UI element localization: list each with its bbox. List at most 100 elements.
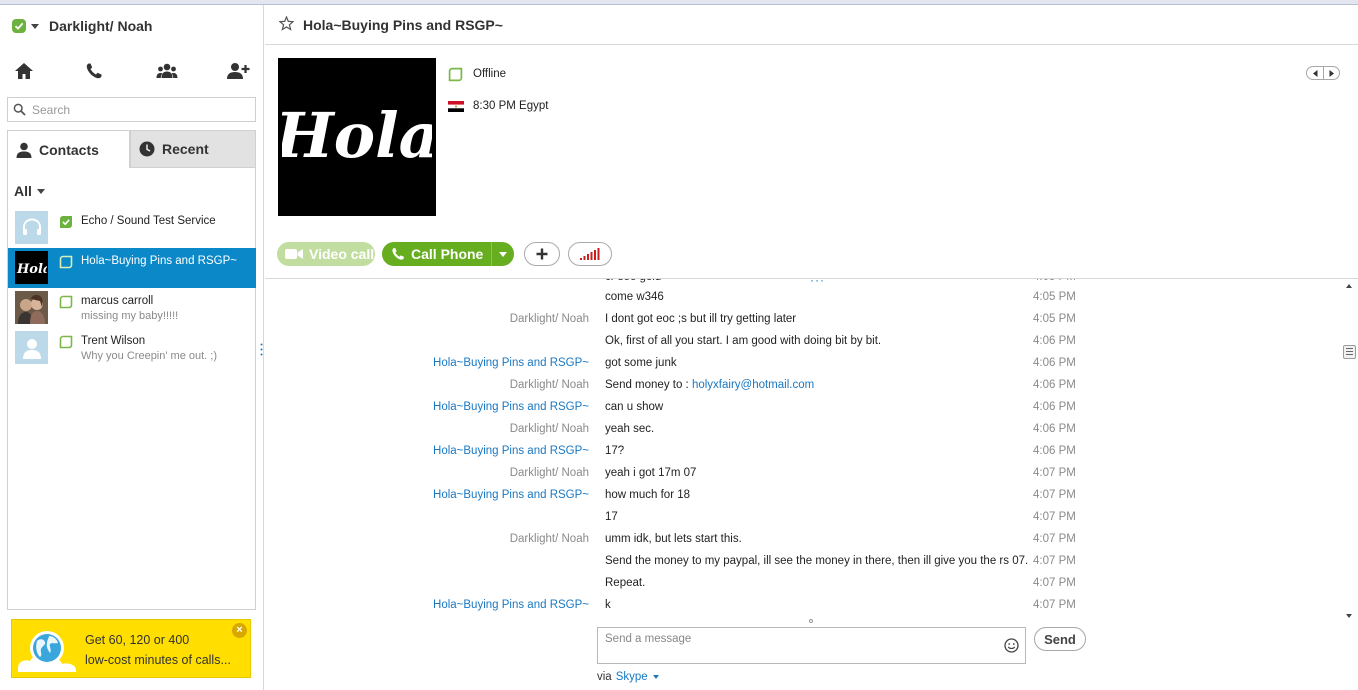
- message-text: Send money to : holyxfairy@hotmail.com: [605, 379, 814, 391]
- message-row: Ok, first of all you start. I am good wi…: [265, 331, 1345, 353]
- logo-text: Hola: [282, 99, 432, 172]
- contact-mood: Why you Creepin' me out. ;): [81, 350, 217, 362]
- contact-item[interactable]: Hola Hola~Buying Pins and RSGP~: [8, 248, 256, 288]
- message-body: got some junk: [605, 357, 677, 369]
- online-status-icon: [12, 19, 26, 33]
- message-sender: Darklight/ Noah: [509, 313, 589, 325]
- search-input[interactable]: [32, 102, 232, 117]
- load-more-indicator[interactable]: ···: [810, 279, 825, 287]
- message-text: got some junk: [605, 357, 677, 369]
- scroll-down-icon[interactable]: [1346, 614, 1352, 618]
- person-icon: [16, 142, 32, 158]
- call-phone-main[interactable]: Call Phone: [382, 242, 491, 266]
- arrow-left-icon[interactable]: [1307, 67, 1323, 79]
- message-time: 4:07 PM: [1033, 555, 1076, 567]
- message-time: 4:06 PM: [1033, 357, 1076, 369]
- message-row: Darklight/ Noah I dont got eoc ;s but ill…: [265, 309, 1345, 331]
- phone-icon[interactable]: [82, 59, 106, 83]
- call-toolbar: Video call Call Phone: [277, 242, 613, 266]
- message-row: Darklight/ Noah umm idk, but lets start t…: [265, 529, 1345, 551]
- tab-recent-label: Recent: [162, 141, 209, 157]
- message-body: I dont got eoc ;s but ill try getting la…: [605, 313, 797, 325]
- tab-recent[interactable]: Recent: [130, 130, 256, 168]
- resize-grip[interactable]: [809, 619, 813, 623]
- message-text: yeah sec.: [605, 423, 654, 435]
- message-time: 4:05 PM: [1033, 291, 1076, 303]
- chevron-down-icon: [31, 23, 39, 29]
- search-box[interactable]: [7, 97, 256, 122]
- add-contact-icon[interactable]: [226, 59, 250, 83]
- promo-banner[interactable]: Get 60, 120 or 400 low-cost minutes of c…: [11, 619, 251, 678]
- chat-panel: Hola~Buying Pins and RSGP~ Hola Offline …: [265, 5, 1358, 690]
- message-time: 4:07 PM: [1033, 533, 1076, 545]
- message-body: 17?: [605, 445, 625, 457]
- contact-item[interactable]: Trent Wilson Why you Creepin' me out. ;): [8, 328, 256, 368]
- video-call-label: Video call: [309, 246, 375, 262]
- search-icon: [13, 103, 26, 116]
- via-service-selector[interactable]: via Skype: [597, 671, 659, 683]
- contact-filter-dropdown[interactable]: All: [14, 183, 45, 199]
- contact-status-row: Offline: [448, 65, 548, 83]
- tab-contacts[interactable]: Contacts: [7, 130, 130, 168]
- message-sender: Darklight/ Noah: [509, 467, 589, 479]
- avatar: Hola: [15, 251, 48, 284]
- message-text: 17?: [605, 445, 624, 457]
- message-text: come w346: [605, 291, 664, 303]
- sidebar: Darklight/ Noah Contacts Recent All: [0, 5, 264, 690]
- conversation-scrollbar[interactable]: [1342, 279, 1358, 620]
- message-input[interactable]: [598, 628, 988, 658]
- arrow-right-icon[interactable]: [1323, 67, 1339, 79]
- default-person-icon: [15, 331, 48, 364]
- emoticon-icon[interactable]: [1004, 638, 1019, 656]
- message-body: Repeat.: [605, 577, 646, 589]
- contact-item[interactable]: marcus carroll missing my baby!!!!!: [8, 288, 256, 328]
- message-compose-box[interactable]: [597, 627, 1026, 664]
- conversation-history[interactable]: cr see gold 4:05 PM ··· come w346 4:05 PM…: [265, 278, 1358, 620]
- message-time: 4:07 PM: [1033, 467, 1076, 479]
- message-body: how much for 18: [605, 489, 691, 501]
- sidebar-nav: [0, 59, 264, 83]
- message-time: 4:05 PM: [1033, 313, 1076, 325]
- message-text: can u show: [605, 401, 663, 413]
- send-button[interactable]: Send: [1034, 627, 1086, 651]
- my-display-name: Darklight/ Noah: [49, 18, 153, 34]
- message-time: 4:06 PM: [1033, 401, 1076, 413]
- tab-contacts-label: Contacts: [39, 141, 99, 158]
- star-icon[interactable]: [278, 15, 295, 34]
- call-phone-button[interactable]: Call Phone: [382, 242, 515, 266]
- add-button[interactable]: [524, 242, 561, 266]
- scroll-up-icon[interactable]: [1346, 284, 1352, 288]
- contact-item[interactable]: Echo / Sound Test Service: [8, 208, 256, 248]
- message-row: Darklight/ Noah yeah sec. 4:06 PM: [265, 419, 1345, 441]
- email-link[interactable]: holyxfairy@hotmail.com: [692, 379, 814, 391]
- video-call-button[interactable]: Video call: [277, 242, 375, 266]
- headset-icon: [15, 211, 48, 244]
- avatar: [15, 291, 48, 324]
- signal-bars-icon: [580, 248, 600, 260]
- contact-name: Trent Wilson: [81, 335, 146, 347]
- home-icon[interactable]: [12, 59, 36, 83]
- my-status-menu[interactable]: Darklight/ Noah: [12, 15, 152, 37]
- message-text: 17: [605, 511, 618, 523]
- message-body: come w346: [605, 291, 664, 303]
- message-body: Send money to :: [605, 379, 692, 391]
- call-quality-button[interactable]: [568, 242, 613, 266]
- via-label: via: [597, 671, 612, 683]
- promo-line-1: Get 60, 120 or 400: [85, 633, 190, 647]
- message-time-partial: 4:05 PM: [1033, 279, 1076, 283]
- message-body: Ok, first of all you start. I am good wi…: [605, 335, 882, 347]
- call-options-dropdown[interactable]: [491, 242, 514, 266]
- message-body: Send the money to my paypal, ill see the…: [605, 555, 1029, 567]
- close-icon[interactable]: ×: [232, 623, 247, 638]
- globe-icon: [16, 624, 78, 674]
- message-row: Darklight/ Noah Send money to : holyxfair…: [265, 375, 1345, 397]
- splitter-handle[interactable]: [260, 343, 263, 360]
- contact-time-row: 8:30 PM Egypt: [448, 97, 548, 115]
- group-icon[interactable]: [155, 59, 179, 83]
- message-body: k: [605, 599, 611, 611]
- phone-icon: [392, 248, 404, 260]
- message-text: Ok, first of all you start. I am good wi…: [605, 335, 881, 347]
- chevron-down-icon: [36, 188, 45, 194]
- sidebar-tabs: Contacts Recent: [7, 130, 256, 168]
- scroll-thumb[interactable]: [1343, 345, 1356, 359]
